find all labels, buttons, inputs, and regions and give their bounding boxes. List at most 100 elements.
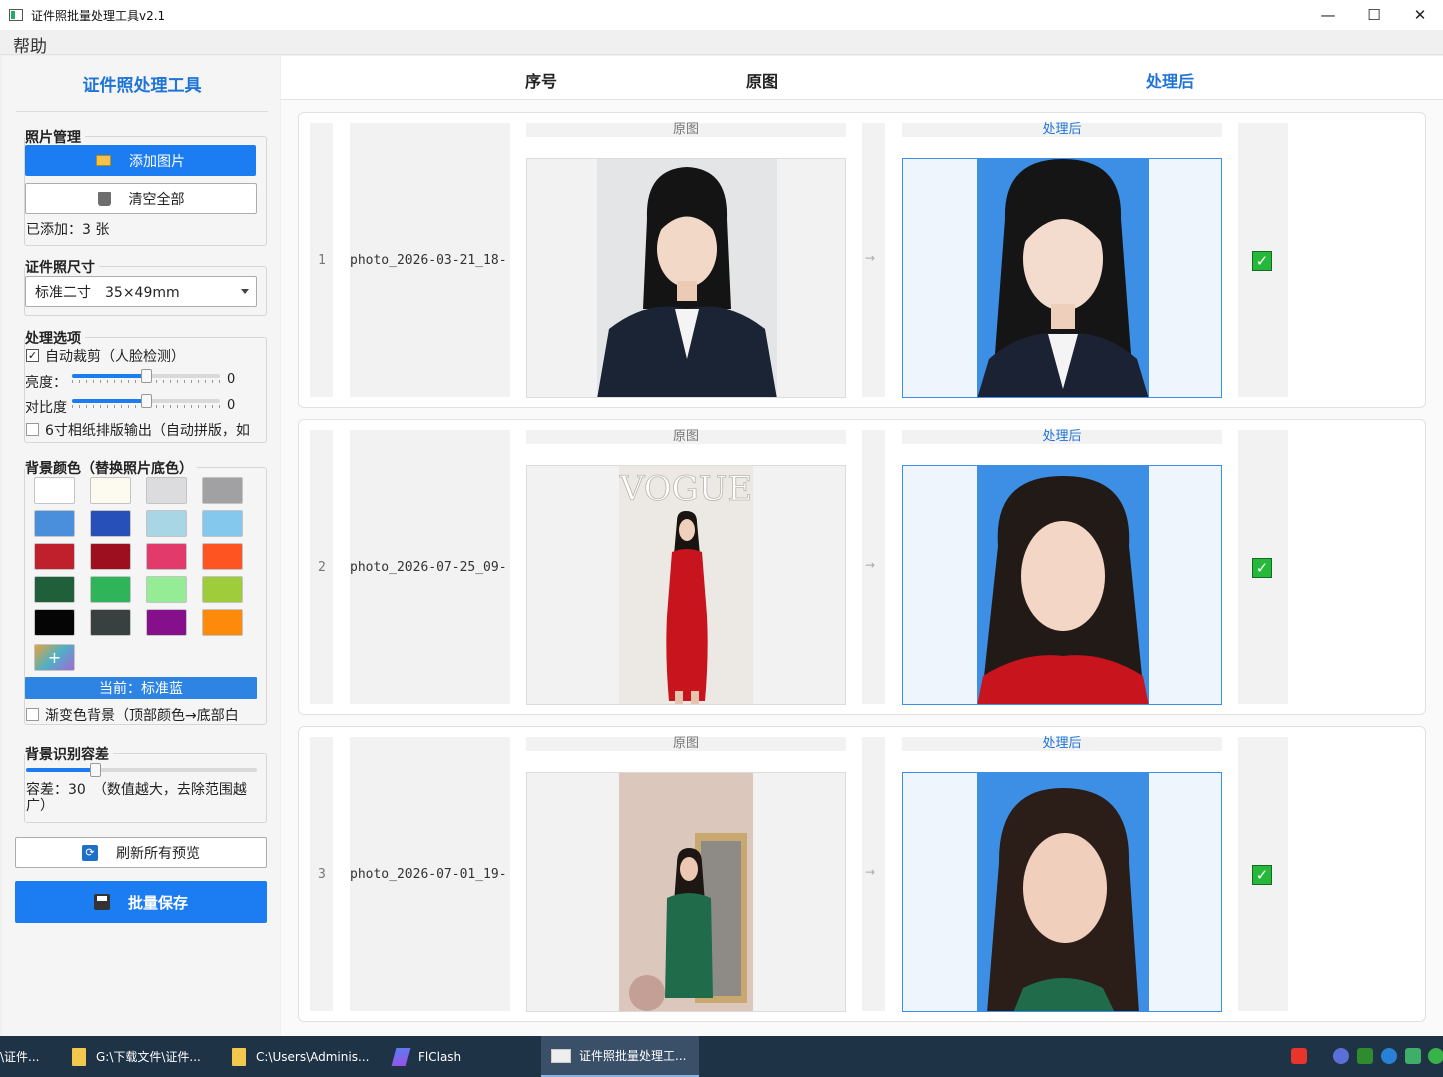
title-bar: 证件照批量处理工具v2.1 — ☐ ✕ [0, 0, 1443, 30]
layout-print-label: 6寸相纸排版输出（自动拼版，如 [45, 423, 250, 439]
brightness-slider[interactable] [72, 369, 220, 383]
color-swatch[interactable] [34, 609, 75, 636]
sidebar-title: 证件照处理工具 [16, 56, 268, 112]
close-button[interactable]: ✕ [1397, 0, 1443, 30]
wechat-icon[interactable] [1428, 1048, 1443, 1064]
processed-image [902, 465, 1222, 705]
contrast-value: 0 [227, 398, 236, 413]
clear-all-button[interactable]: 清空全部 [25, 183, 257, 214]
contrast-fill [72, 399, 146, 403]
color-swatch[interactable] [146, 477, 187, 504]
processed-image [902, 158, 1222, 398]
arrow-icon: → [865, 558, 876, 572]
taskbar-item[interactable]: \证件... [0, 1036, 52, 1077]
layout-print-checkbox[interactable] [26, 423, 39, 436]
color-swatch[interactable] [34, 576, 75, 603]
window-controls: — ☐ ✕ [1305, 0, 1443, 30]
brightness-fill [72, 374, 146, 378]
processed-label: 处理后 [902, 430, 1222, 444]
original-label: 原图 [526, 430, 846, 444]
brightness-label: 亮度： [25, 375, 67, 391]
color-swatch[interactable] [202, 477, 243, 504]
nvidia-icon[interactable] [1357, 1048, 1373, 1064]
color-swatch[interactable] [146, 510, 187, 537]
arrow-icon: → [865, 251, 876, 265]
refresh-icon: ⟳ [82, 844, 98, 861]
auto-crop-checkbox[interactable]: ✓ [26, 349, 39, 362]
chevron-down-icon [241, 289, 249, 294]
taskbar-item[interactable]: G:\下载文件\证件... [66, 1036, 214, 1077]
sogou-icon[interactable] [1291, 1048, 1307, 1064]
window-title: 证件照批量处理工具v2.1 [31, 8, 166, 23]
size-select-value: 标准二寸 35×49mm [35, 284, 180, 301]
batch-save-button[interactable]: 批量保存 [15, 881, 267, 923]
color-swatch[interactable] [34, 543, 75, 570]
header-original: 原图 [746, 72, 779, 91]
table-row[interactable]: 3 photo_2026-07-01_19- 原图 → 处理后 ✓ [298, 726, 1426, 1022]
tolerance-handle[interactable] [90, 763, 102, 777]
add-color-button[interactable]: + [34, 644, 75, 671]
color-swatch[interactable] [202, 609, 243, 636]
main-panel: 序号 原图 处理后 1 photo_2026-03-21_18- 原图 → 处理… [281, 56, 1443, 1036]
table-header: 序号 原图 处理后 [281, 56, 1443, 100]
add-images-button[interactable]: 添加图片 [25, 145, 256, 176]
arrow-icon: → [865, 865, 876, 879]
photo-management-label: 照片管理 [25, 127, 85, 147]
contrast-label: 对比度 [25, 400, 67, 416]
maximize-button[interactable]: ☐ [1351, 0, 1397, 30]
options-group-label: 处理选项 [25, 328, 85, 348]
minimize-button[interactable]: — [1305, 0, 1351, 30]
tray-network-icon[interactable] [1381, 1048, 1397, 1064]
auto-crop-label: 自动裁剪（人脸检测） [45, 349, 185, 365]
original-image [526, 158, 846, 398]
contrast-slider[interactable] [72, 394, 220, 408]
tray-update-icon[interactable] [1405, 1048, 1421, 1064]
original-label: 原图 [526, 737, 846, 751]
color-swatch[interactable] [146, 576, 187, 603]
header-index: 序号 [525, 72, 558, 91]
background-color-label: 背景颜色（替换照片底色） [25, 458, 197, 478]
color-swatch[interactable] [90, 543, 131, 570]
status-checkbox[interactable]: ✓ [1252, 251, 1272, 271]
color-swatch[interactable] [90, 510, 131, 537]
processed-image [902, 772, 1222, 1012]
gradient-checkbox[interactable] [26, 708, 39, 721]
color-swatch[interactable] [202, 543, 243, 570]
contrast-handle[interactable] [141, 394, 152, 408]
app-icon [9, 9, 23, 21]
color-swatch[interactable] [34, 510, 75, 537]
taskbar-item-active[interactable]: 证件照批量处理工... [541, 1036, 699, 1077]
row-index: 1 [318, 253, 326, 268]
taskbar-item[interactable]: C:\Users\Adminis... [226, 1036, 378, 1077]
photo-count: 已添加：3 张 [26, 222, 110, 238]
color-swatch[interactable] [90, 477, 131, 504]
color-swatch[interactable] [146, 543, 187, 570]
color-swatch[interactable] [146, 609, 187, 636]
table-row[interactable]: 1 photo_2026-03-21_18- 原图 → 处理后 ✓ [298, 112, 1426, 408]
status-checkbox[interactable]: ✓ [1252, 558, 1272, 578]
tray-app-icon[interactable] [1333, 1048, 1349, 1064]
color-swatch[interactable] [202, 510, 243, 537]
processed-label: 处理后 [902, 737, 1222, 751]
color-swatch[interactable] [90, 609, 131, 636]
menu-help[interactable]: 帮助 [13, 32, 47, 57]
gradient-label: 渐变色背景（顶部颜色→底部白 [45, 708, 239, 724]
color-swatch[interactable] [202, 576, 243, 603]
row-filename: photo_2026-07-01_19- [350, 867, 507, 882]
tolerance-label: 背景识别容差 [25, 744, 113, 764]
color-swatch[interactable] [90, 576, 131, 603]
tolerance-slider[interactable] [26, 763, 257, 777]
taskbar-item[interactable]: FlClash [388, 1036, 528, 1077]
header-processed: 处理后 [1146, 72, 1195, 91]
size-select[interactable]: 标准二寸 35×49mm [25, 276, 257, 307]
menu-bar: 帮助 [0, 30, 1443, 57]
brightness-value: 0 [227, 372, 236, 387]
original-image: VOGUE [526, 465, 846, 705]
color-swatch[interactable] [34, 477, 75, 504]
status-checkbox[interactable]: ✓ [1252, 865, 1272, 885]
row-index: 3 [318, 867, 326, 882]
brightness-handle[interactable] [141, 369, 152, 383]
table-row[interactable]: 2 photo_2026-07-25_09- 原图 VOGUE → 处理后 ✓ [298, 419, 1426, 715]
refresh-previews-label: 刷新所有预览 [116, 845, 200, 862]
refresh-previews-button[interactable]: ⟳ 刷新所有预览 [15, 837, 267, 868]
